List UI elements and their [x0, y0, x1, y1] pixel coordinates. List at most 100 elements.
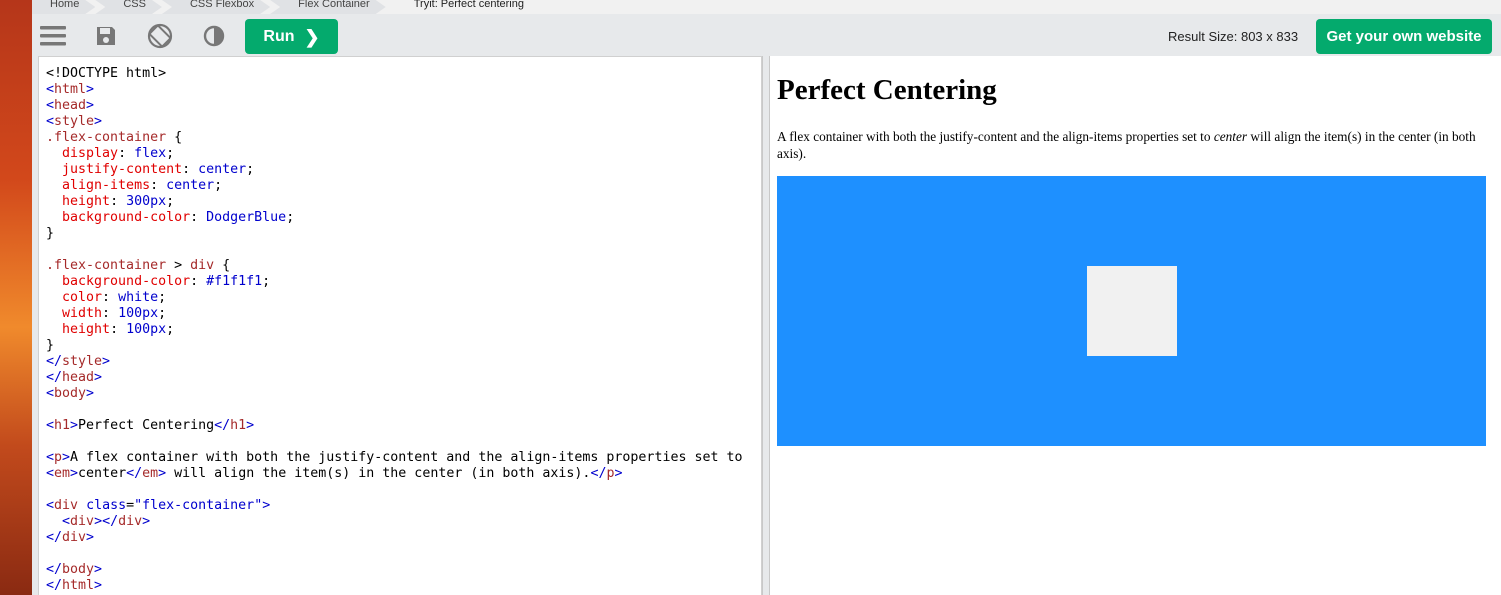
code-token: <!DOCTYPE html>	[46, 66, 167, 81]
code-token: >	[166, 258, 191, 273]
code-line: <body>	[46, 386, 743, 402]
code-token: :	[118, 146, 135, 161]
code-line: }	[46, 226, 743, 242]
code-line: <h1>Perfect Centering</h1>	[46, 418, 743, 434]
code-token: <	[62, 514, 71, 529]
code-line: display: flex;	[46, 146, 743, 162]
code-token: :	[102, 306, 119, 321]
code-line: </html>	[46, 578, 743, 594]
code-text[interactable]: <!DOCTYPE html> <html> <head> <style> .flex-…	[46, 66, 743, 594]
code-token: </	[46, 562, 63, 577]
code-token: align-items	[62, 178, 151, 193]
rotate-orientation-icon[interactable]	[146, 22, 174, 50]
code-token: html	[54, 82, 87, 97]
result-scrollbar[interactable]	[1487, 56, 1501, 595]
code-token: p	[54, 450, 63, 465]
code-token: body	[54, 386, 87, 401]
code-token: center	[78, 466, 127, 481]
code-token: 300px	[126, 194, 167, 209]
code-token: :	[190, 274, 207, 289]
code-token: }	[46, 338, 55, 353]
code-token: :	[150, 178, 167, 193]
pane-splitter-handle[interactable]	[762, 56, 770, 595]
code-token: center	[198, 162, 247, 177]
code-token: h1	[230, 418, 247, 433]
code-token: .flex-container	[46, 258, 167, 273]
flex-item-demo	[1086, 266, 1177, 356]
code-token: center	[166, 178, 215, 193]
code-line: </head>	[46, 370, 743, 386]
code-token: ;	[166, 146, 175, 161]
code-token: <	[46, 418, 55, 433]
code-token: >	[142, 514, 151, 529]
code-token: body	[62, 562, 95, 577]
code-token: >	[246, 418, 255, 433]
code-token: ;	[166, 322, 175, 337]
code-line: <head>	[46, 98, 743, 114]
breadcrumb-css[interactable]: CSS	[95, 0, 162, 14]
code-line: align-items: center;	[46, 178, 743, 194]
code-token: <	[46, 386, 55, 401]
code-line: }	[46, 338, 743, 354]
breadcrumb-home[interactable]: Home	[32, 0, 95, 14]
code-token: height	[62, 322, 111, 337]
code-token: 100px	[126, 322, 167, 337]
code-token: ;	[166, 194, 175, 209]
code-token: :	[110, 194, 127, 209]
code-line: </style>	[46, 354, 743, 370]
code-line: </body>	[46, 562, 743, 578]
breadcrumb-css-flexbox[interactable]: CSS Flexbox	[162, 0, 270, 14]
code-token: em	[54, 466, 71, 481]
hamburger-menu-icon[interactable]	[39, 22, 67, 50]
result-heading: Perfect Centering	[777, 74, 997, 106]
code-token: head	[62, 370, 95, 385]
code-token: color	[62, 290, 103, 305]
code-token: </	[590, 466, 607, 481]
code-line: <html>	[46, 82, 743, 98]
code-token: >	[70, 418, 79, 433]
code-token: >	[86, 98, 95, 113]
code-token: </	[46, 578, 63, 593]
code-token: .flex-container	[46, 130, 167, 145]
code-token: div	[54, 498, 79, 513]
result-paragraph: A flex container with both the justify-c…	[777, 128, 1489, 162]
code-line: justify-content: center;	[46, 162, 743, 178]
code-token: =	[126, 498, 135, 513]
code-token: >	[158, 466, 167, 481]
code-token: </	[46, 370, 63, 385]
code-token: >	[94, 578, 103, 593]
code-line: color: white;	[46, 290, 743, 306]
code-token: will align the item(s) in the center (in…	[166, 466, 591, 481]
save-icon[interactable]	[92, 22, 120, 50]
code-token: A flex container with both the justify-c…	[70, 450, 743, 465]
code-token: >	[94, 562, 103, 577]
code-token: >	[70, 466, 79, 481]
code-token: <	[46, 498, 55, 513]
code-token: >	[86, 530, 95, 545]
desktop-wallpaper	[0, 0, 32, 595]
code-token: <	[46, 466, 55, 481]
code-token: ;	[158, 306, 167, 321]
contrast-theme-icon[interactable]	[200, 22, 228, 50]
code-token: >	[86, 386, 95, 401]
toolbar: Run ❯ Result Size: 803 x 833 Get your ow…	[32, 14, 1501, 56]
code-line: .flex-container {	[46, 130, 743, 146]
code-token: >	[62, 450, 71, 465]
result-pane: Perfect Centering A flex container with …	[770, 56, 1501, 595]
breadcrumb-current-page: Tryit: Perfect centering	[413, 0, 524, 10]
code-token: :	[102, 290, 119, 305]
code-token: style	[54, 114, 95, 129]
code-token: 100px	[118, 306, 159, 321]
code-editor[interactable]: <!DOCTYPE html> <html> <head> <style> .flex-…	[38, 56, 762, 595]
breadcrumb-flex-container[interactable]: Flex Container	[270, 0, 386, 14]
code-line: height: 300px;	[46, 194, 743, 210]
run-button[interactable]: Run ❯	[245, 19, 338, 54]
get-your-own-website-button[interactable]: Get your own website	[1316, 19, 1492, 54]
code-token: ;	[286, 210, 295, 225]
code-token: flex	[134, 146, 167, 161]
result-paragraph-text: A flex container with both the justify-c…	[777, 129, 1214, 144]
code-token: html	[62, 578, 95, 593]
